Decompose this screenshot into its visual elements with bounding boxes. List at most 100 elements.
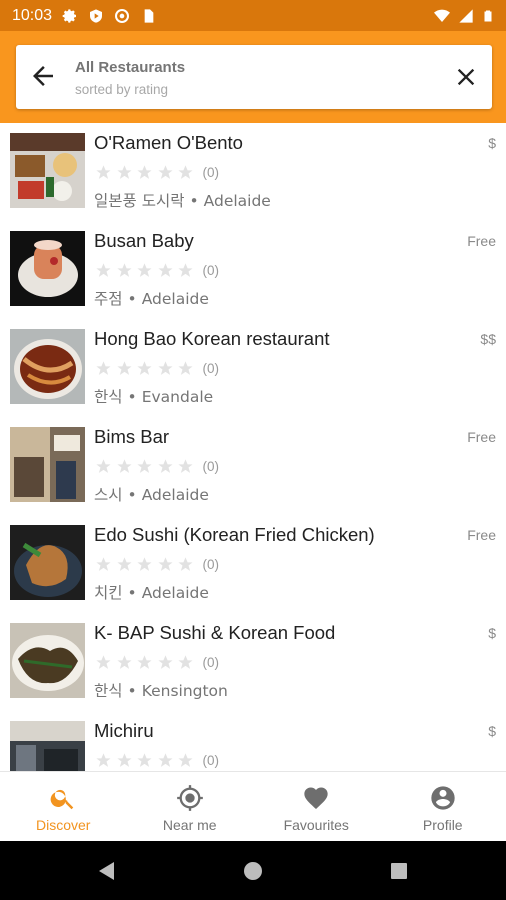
restaurant-name[interactable]: Busan Baby <box>94 230 194 252</box>
battery-icon <box>484 10 492 21</box>
restaurant-category: 한식 <box>94 682 123 700</box>
restaurant-name[interactable]: Hong Bao Korean restaurant <box>94 328 330 350</box>
rating-count: (0) <box>202 360 220 376</box>
tab-profile[interactable]: Profile <box>380 772 506 842</box>
search-bar[interactable]: All Restaurants sorted by rating <box>16 45 492 109</box>
star-icon <box>178 458 193 473</box>
restaurant-category: 치킨 <box>94 584 123 602</box>
star-icon <box>137 458 152 473</box>
restaurant-name[interactable]: Edo Sushi (Korean Fried Chicken) <box>94 524 375 546</box>
recents-square-icon[interactable] <box>387 859 411 883</box>
restaurant-photo <box>10 329 85 404</box>
restaurant-location: Adelaide <box>141 290 209 308</box>
heart-icon <box>304 787 328 809</box>
star-icon <box>157 654 173 669</box>
sim-card-icon <box>144 8 154 23</box>
star-icon <box>178 654 193 669</box>
restaurant-name[interactable]: Bims Bar <box>94 426 169 448</box>
restaurant-category: 일본풍 도시락 <box>94 192 185 210</box>
price-level: Free <box>467 233 496 249</box>
star-icon <box>178 556 193 571</box>
at-sign-icon <box>115 8 130 23</box>
wifi-icon <box>434 9 450 22</box>
rating-count: (0) <box>202 752 220 768</box>
star-icon <box>157 262 173 277</box>
separator-dot: • <box>127 584 137 602</box>
star-icon <box>96 752 111 767</box>
tab-favourites[interactable]: Favourites <box>253 772 380 842</box>
star-icon <box>157 458 173 473</box>
list-item[interactable]: Edo Sushi (Korean Fried Chicken) Free (0… <box>0 515 506 613</box>
restaurant-name[interactable]: K- BAP Sushi & Korean Food <box>94 622 335 644</box>
star-icon <box>157 164 173 179</box>
restaurant-location: Kensington <box>141 682 228 700</box>
restaurant-meta: 스시 • Adelaide <box>94 483 209 505</box>
list-item[interactable]: Bims Bar Free (0) 스시 • Adelaide <box>0 417 506 515</box>
back-arrow-icon[interactable] <box>28 61 58 91</box>
rating-stars: (0) <box>95 456 219 476</box>
list-item[interactable]: K- BAP Sushi & Korean Food $ (0) 한식 • Kens… <box>0 613 506 711</box>
star-icon <box>137 556 152 571</box>
restaurant-photo <box>10 623 85 698</box>
restaurant-location: Adelaide <box>141 584 209 602</box>
restaurant-meta: 한식 • Evandale <box>94 385 213 407</box>
restaurant-name[interactable]: Michiru <box>94 720 154 742</box>
price-level: $ <box>488 135 496 151</box>
star-icon <box>157 360 173 375</box>
star-icon <box>178 262 193 277</box>
tab-label: Near me <box>162 817 217 833</box>
tab-label: Profile <box>422 817 463 833</box>
restaurant-list[interactable]: O'Ramen O'Bento $ (0) 일본풍 도시락 • Adelaide B… <box>0 123 506 771</box>
restaurant-location: Adelaide <box>203 192 271 210</box>
tab-discover[interactable]: Discover <box>0 772 127 842</box>
star-icon <box>96 654 111 669</box>
list-item[interactable]: Busan Baby Free (0) 주점 • Adelaide <box>0 221 506 319</box>
rating-count: (0) <box>202 654 220 670</box>
home-circle-icon[interactable] <box>241 859 265 883</box>
search-subtitle: sorted by rating <box>75 82 169 97</box>
restaurant-category: 한식 <box>94 388 123 406</box>
gear-icon <box>62 8 77 23</box>
close-icon[interactable] <box>452 63 480 91</box>
list-item[interactable]: Hong Bao Korean restaurant $$ (0) 한식 • Eva… <box>0 319 506 417</box>
star-icon <box>116 164 132 179</box>
star-icon <box>157 752 173 767</box>
system-navigation-bar <box>0 841 506 900</box>
star-icon <box>116 556 132 571</box>
star-icon <box>178 360 193 375</box>
star-icon <box>137 164 152 179</box>
restaurant-meta: 주점 • Adelaide <box>94 287 209 309</box>
star-icon <box>137 654 152 669</box>
price-level: $ <box>488 723 496 739</box>
back-triangle-icon[interactable] <box>95 859 119 883</box>
restaurant-name[interactable]: O'Ramen O'Bento <box>94 132 243 154</box>
rating-count: (0) <box>202 458 220 474</box>
location-target-icon <box>176 785 203 811</box>
separator-dot: • <box>127 290 137 308</box>
star-icon <box>157 556 173 571</box>
separator-dot: • <box>189 192 199 210</box>
star-icon <box>96 458 111 473</box>
separator-dot: • <box>127 682 137 700</box>
star-icon <box>137 262 152 277</box>
star-icon <box>116 360 132 375</box>
list-item[interactable]: Michiru $ (0) <box>0 711 506 771</box>
bottom-navigation: Discover Near me Favourites Profile <box>0 771 506 842</box>
status-bar: 10:03 <box>0 0 506 31</box>
rating-stars: (0) <box>95 260 219 280</box>
rating-stars: (0) <box>95 162 219 182</box>
status-time: 10:03 <box>12 6 53 24</box>
star-icon <box>116 458 132 473</box>
star-icon <box>116 752 132 767</box>
search-icon <box>50 789 74 810</box>
list-item[interactable]: O'Ramen O'Bento $ (0) 일본풍 도시락 • Adelaide <box>0 123 506 221</box>
tab-near-me[interactable]: Near me <box>127 772 254 842</box>
price-level: $ <box>488 625 496 641</box>
rating-count: (0) <box>202 164 220 180</box>
restaurant-location: Evandale <box>141 388 214 406</box>
star-icon <box>178 164 193 179</box>
price-level: Free <box>467 527 496 543</box>
rating-stars: (0) <box>95 652 219 672</box>
star-icon <box>116 654 132 669</box>
restaurant-photo <box>10 231 85 306</box>
